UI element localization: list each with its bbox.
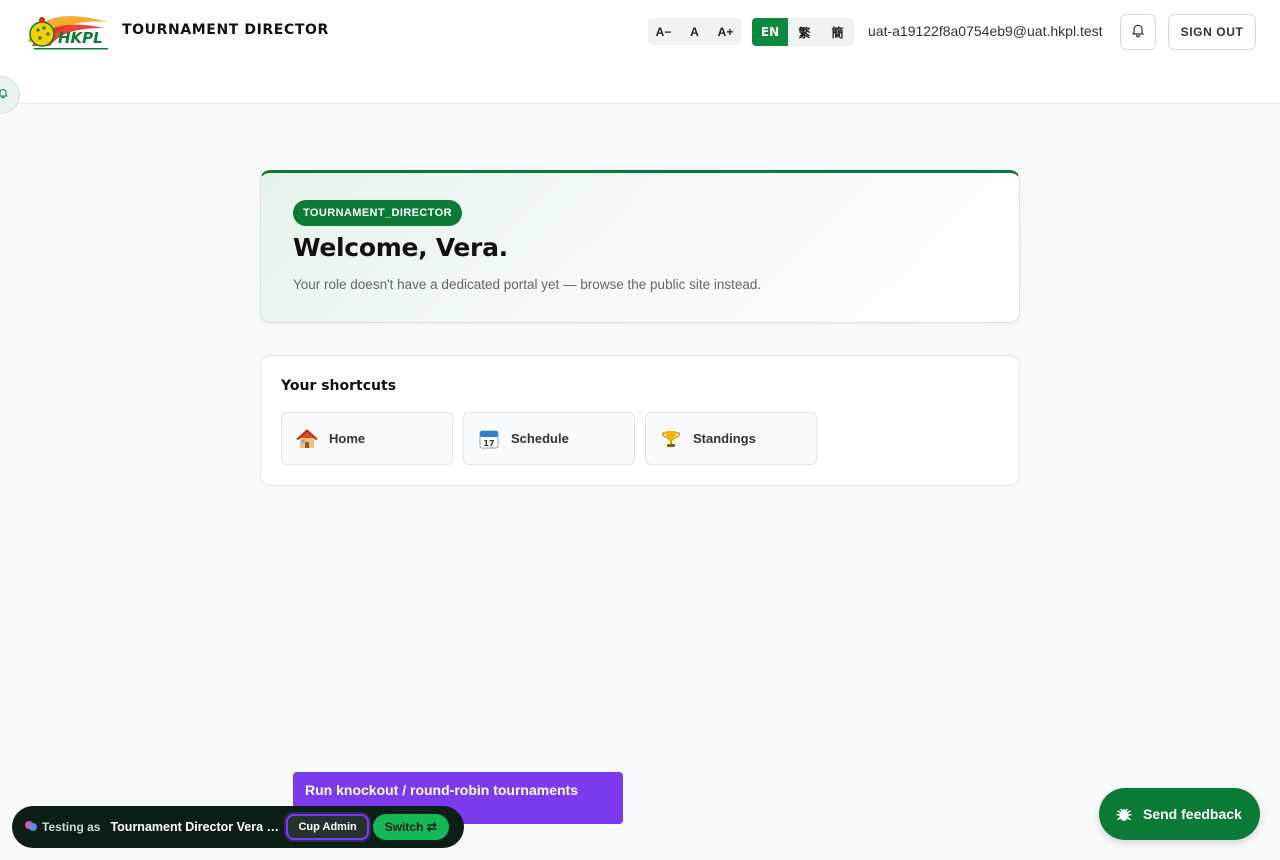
font-decrease-button[interactable]: A− bbox=[648, 18, 679, 45]
theater-masks-icon bbox=[24, 819, 38, 836]
welcome-subtitle: Your role doesn't have a dedicated porta… bbox=[293, 277, 762, 292]
shortcut-label: Standings bbox=[693, 431, 756, 446]
top-header: HKPL TOURNAMENT DIRECTOR A− A A+ EN 繁 簡 … bbox=[0, 0, 1280, 104]
user-email: uat-a19122f8a0754eb9@uat.hkpl.test bbox=[868, 23, 1103, 39]
trophy-icon bbox=[660, 428, 682, 450]
font-size-controls: A− A A+ bbox=[648, 18, 741, 45]
bell-icon bbox=[0, 86, 9, 104]
welcome-card: TOURNAMENT_DIRECTOR Welcome, Vera. Your … bbox=[260, 170, 1020, 323]
role-chip-cup-admin[interactable]: Cup Admin bbox=[286, 814, 369, 840]
switch-role-button[interactable]: Switch ⇄ bbox=[372, 814, 449, 840]
lang-traditional-button[interactable]: 繁 bbox=[788, 18, 821, 46]
bell-icon bbox=[1130, 22, 1146, 43]
house-icon bbox=[296, 428, 318, 450]
role-badge: TOURNAMENT_DIRECTOR bbox=[293, 200, 462, 226]
font-reset-button[interactable]: A bbox=[679, 18, 710, 45]
font-increase-button[interactable]: A+ bbox=[710, 18, 741, 45]
logo-wordmark: HKPL bbox=[58, 29, 103, 47]
calendar-icon: 17 bbox=[478, 428, 500, 450]
app-title: TOURNAMENT DIRECTOR bbox=[122, 22, 329, 38]
welcome-title: Welcome, Vera. bbox=[293, 233, 508, 262]
svg-text:17: 17 bbox=[483, 439, 494, 448]
shortcuts-title: Your shortcuts bbox=[281, 378, 397, 394]
notifications-button[interactable] bbox=[1120, 14, 1156, 50]
testing-as-user: Tournament Director Vera Testing bbox=[110, 820, 281, 834]
shortcut-home[interactable]: Home bbox=[281, 412, 453, 465]
shortcut-standings[interactable]: Standings bbox=[645, 412, 817, 465]
bug-icon bbox=[1115, 805, 1133, 823]
hkpl-logo[interactable]: HKPL bbox=[24, 12, 110, 52]
sign-out-button[interactable]: SIGN OUT bbox=[1168, 14, 1256, 50]
lang-en-button[interactable]: EN bbox=[752, 18, 788, 46]
shortcut-schedule[interactable]: 17 Schedule bbox=[463, 412, 635, 465]
send-feedback-button[interactable]: Send feedback bbox=[1099, 788, 1260, 840]
lang-simplified-button[interactable]: 簡 bbox=[821, 18, 854, 46]
shortcut-label: Home bbox=[329, 431, 366, 446]
shortcuts-card: Your shortcuts Home 17 Schedule Standing… bbox=[260, 355, 1020, 486]
testing-as-bar: Testing as Tournament Director Vera Test… bbox=[12, 806, 464, 848]
testing-as-label: Testing as bbox=[42, 820, 101, 834]
shortcut-label: Schedule bbox=[511, 431, 569, 446]
send-feedback-label: Send feedback bbox=[1143, 806, 1242, 822]
language-switcher: EN 繁 簡 bbox=[752, 18, 854, 46]
